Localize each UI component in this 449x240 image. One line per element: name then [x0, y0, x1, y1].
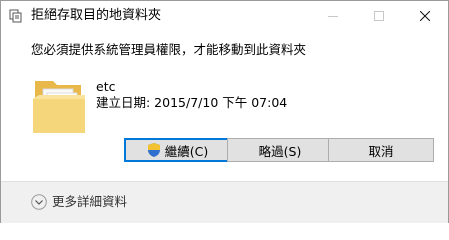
folder-name: etc [96, 79, 116, 94]
details-footer: 更多詳細資料 [1, 181, 448, 223]
folder-created-date: 建立日期: 2015/7/10 下午 07:04 [96, 95, 288, 110]
cancel-label: 取消 [368, 143, 394, 159]
minimize-button[interactable] [310, 1, 356, 31]
close-icon [420, 11, 430, 21]
chevron-down-icon[interactable] [31, 194, 47, 210]
skip-label: 略過(S) [258, 143, 302, 159]
continue-label: 繼續(C) [164, 143, 209, 159]
more-details-toggle[interactable]: 更多詳細資料 [52, 194, 127, 210]
title-bar[interactable]: 拒絕存取目的地資料夾 [1, 1, 448, 31]
window-title: 拒絕存取目的地資料夾 [31, 8, 162, 23]
close-button[interactable] [402, 1, 448, 31]
continue-button[interactable]: 繼續(C) [124, 138, 230, 162]
maximize-icon [374, 11, 384, 21]
dialog-window: 拒絕存取目的地資料夾 您必須提供系統管理員權限，才能移動到此資料夾 etc 建立… [0, 0, 449, 223]
cancel-button[interactable]: 取消 [328, 138, 434, 162]
copy-icon [9, 9, 22, 23]
maximize-button[interactable] [356, 1, 402, 31]
skip-button[interactable]: 略過(S) [227, 138, 333, 162]
folder-icon [33, 81, 85, 133]
uac-shield-icon [147, 143, 160, 157]
minimize-icon [328, 16, 338, 17]
permission-message: 您必須提供系統管理員權限，才能移動到此資料夾 [31, 42, 307, 57]
